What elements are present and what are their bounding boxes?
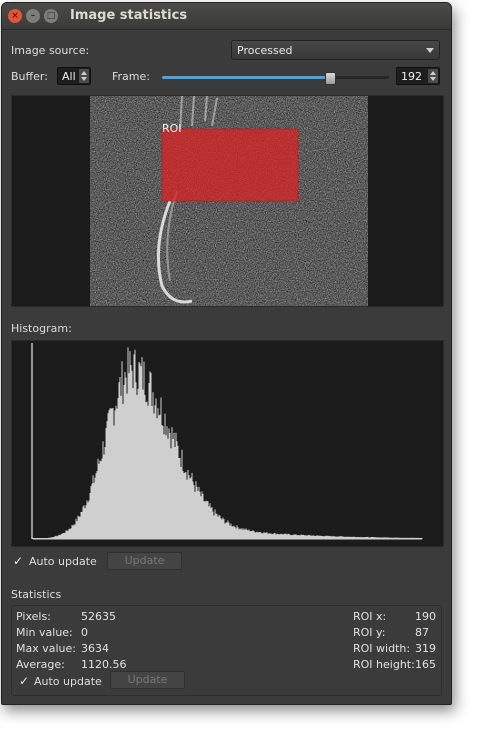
min-value: 0 (81, 626, 88, 639)
roi-x-value: 190 (415, 610, 436, 623)
close-window-button[interactable]: × (8, 9, 22, 23)
chevron-down-icon (426, 48, 434, 53)
histogram-panel (11, 340, 444, 547)
histogram-label: Histogram: (11, 322, 72, 335)
histogram-update-button[interactable]: Update (107, 552, 182, 570)
statistics-auto-update-checkbox[interactable]: ✓ (19, 675, 31, 687)
roi-y-label: ROI y: (353, 626, 386, 639)
spin-down-icon (81, 77, 87, 81)
average-label: Average: (16, 658, 65, 671)
roi-rectangle[interactable] (161, 128, 299, 202)
buffer-value: All (62, 70, 76, 83)
histogram-chart (31, 343, 423, 540)
image-preview-canvas: ROI (90, 96, 368, 306)
frame-spin-arrows[interactable] (428, 69, 438, 83)
roi-height-value: 165 (415, 658, 436, 671)
window-title: Image statistics (70, 8, 188, 23)
frame-slider-fill (162, 76, 330, 79)
buffer-label: Buffer: (11, 70, 48, 83)
pixels-value: 52635 (81, 610, 116, 623)
roi-label: ROI (162, 122, 182, 135)
frame-spinbox[interactable]: 192 (396, 67, 440, 85)
average-value: 1120.56 (81, 658, 127, 671)
spin-down-icon (430, 77, 436, 81)
spin-up-icon (430, 71, 436, 75)
buffer-spin-arrows[interactable] (79, 69, 89, 83)
roi-height-label: ROI height: (353, 658, 415, 671)
roi-width-value: 319 (415, 642, 436, 655)
histogram-auto-update-checkbox[interactable]: ✓ (13, 555, 25, 567)
min-value-label: Min value: (16, 626, 73, 639)
frame-label: Frame: (112, 70, 150, 83)
histogram-auto-update-label: Auto update (29, 555, 97, 568)
frame-value: 192 (401, 70, 422, 83)
statistics-update-button[interactable]: Update (110, 671, 185, 689)
image-source-value: Processed (237, 44, 293, 57)
roi-x-label: ROI x: (353, 610, 387, 623)
image-source-dropdown[interactable]: Processed (231, 40, 440, 60)
spin-up-icon (81, 71, 87, 75)
buffer-spinbox[interactable]: All (57, 67, 91, 85)
statistics-auto-update-label: Auto update (34, 675, 102, 688)
statistics-label: Statistics (11, 588, 62, 601)
title-bar: × – □ Image statistics (2, 3, 451, 30)
max-value-label: Max value: (16, 642, 76, 655)
max-value: 3634 (81, 642, 109, 655)
image-preview[interactable]: ROI (11, 95, 444, 307)
minimize-window-button[interactable]: – (26, 9, 40, 23)
image-statistics-window: × – □ Image statistics Image source: Pro… (1, 2, 452, 705)
frame-slider-handle[interactable] (324, 72, 336, 85)
roi-width-label: ROI width: (353, 642, 411, 655)
roi-y-value: 87 (415, 626, 429, 639)
frame-slider[interactable] (162, 72, 389, 85)
pixels-label: Pixels: (16, 610, 51, 623)
maximize-window-button[interactable]: □ (44, 9, 58, 23)
image-source-label: Image source: (11, 44, 90, 57)
histogram-bars (32, 347, 423, 540)
